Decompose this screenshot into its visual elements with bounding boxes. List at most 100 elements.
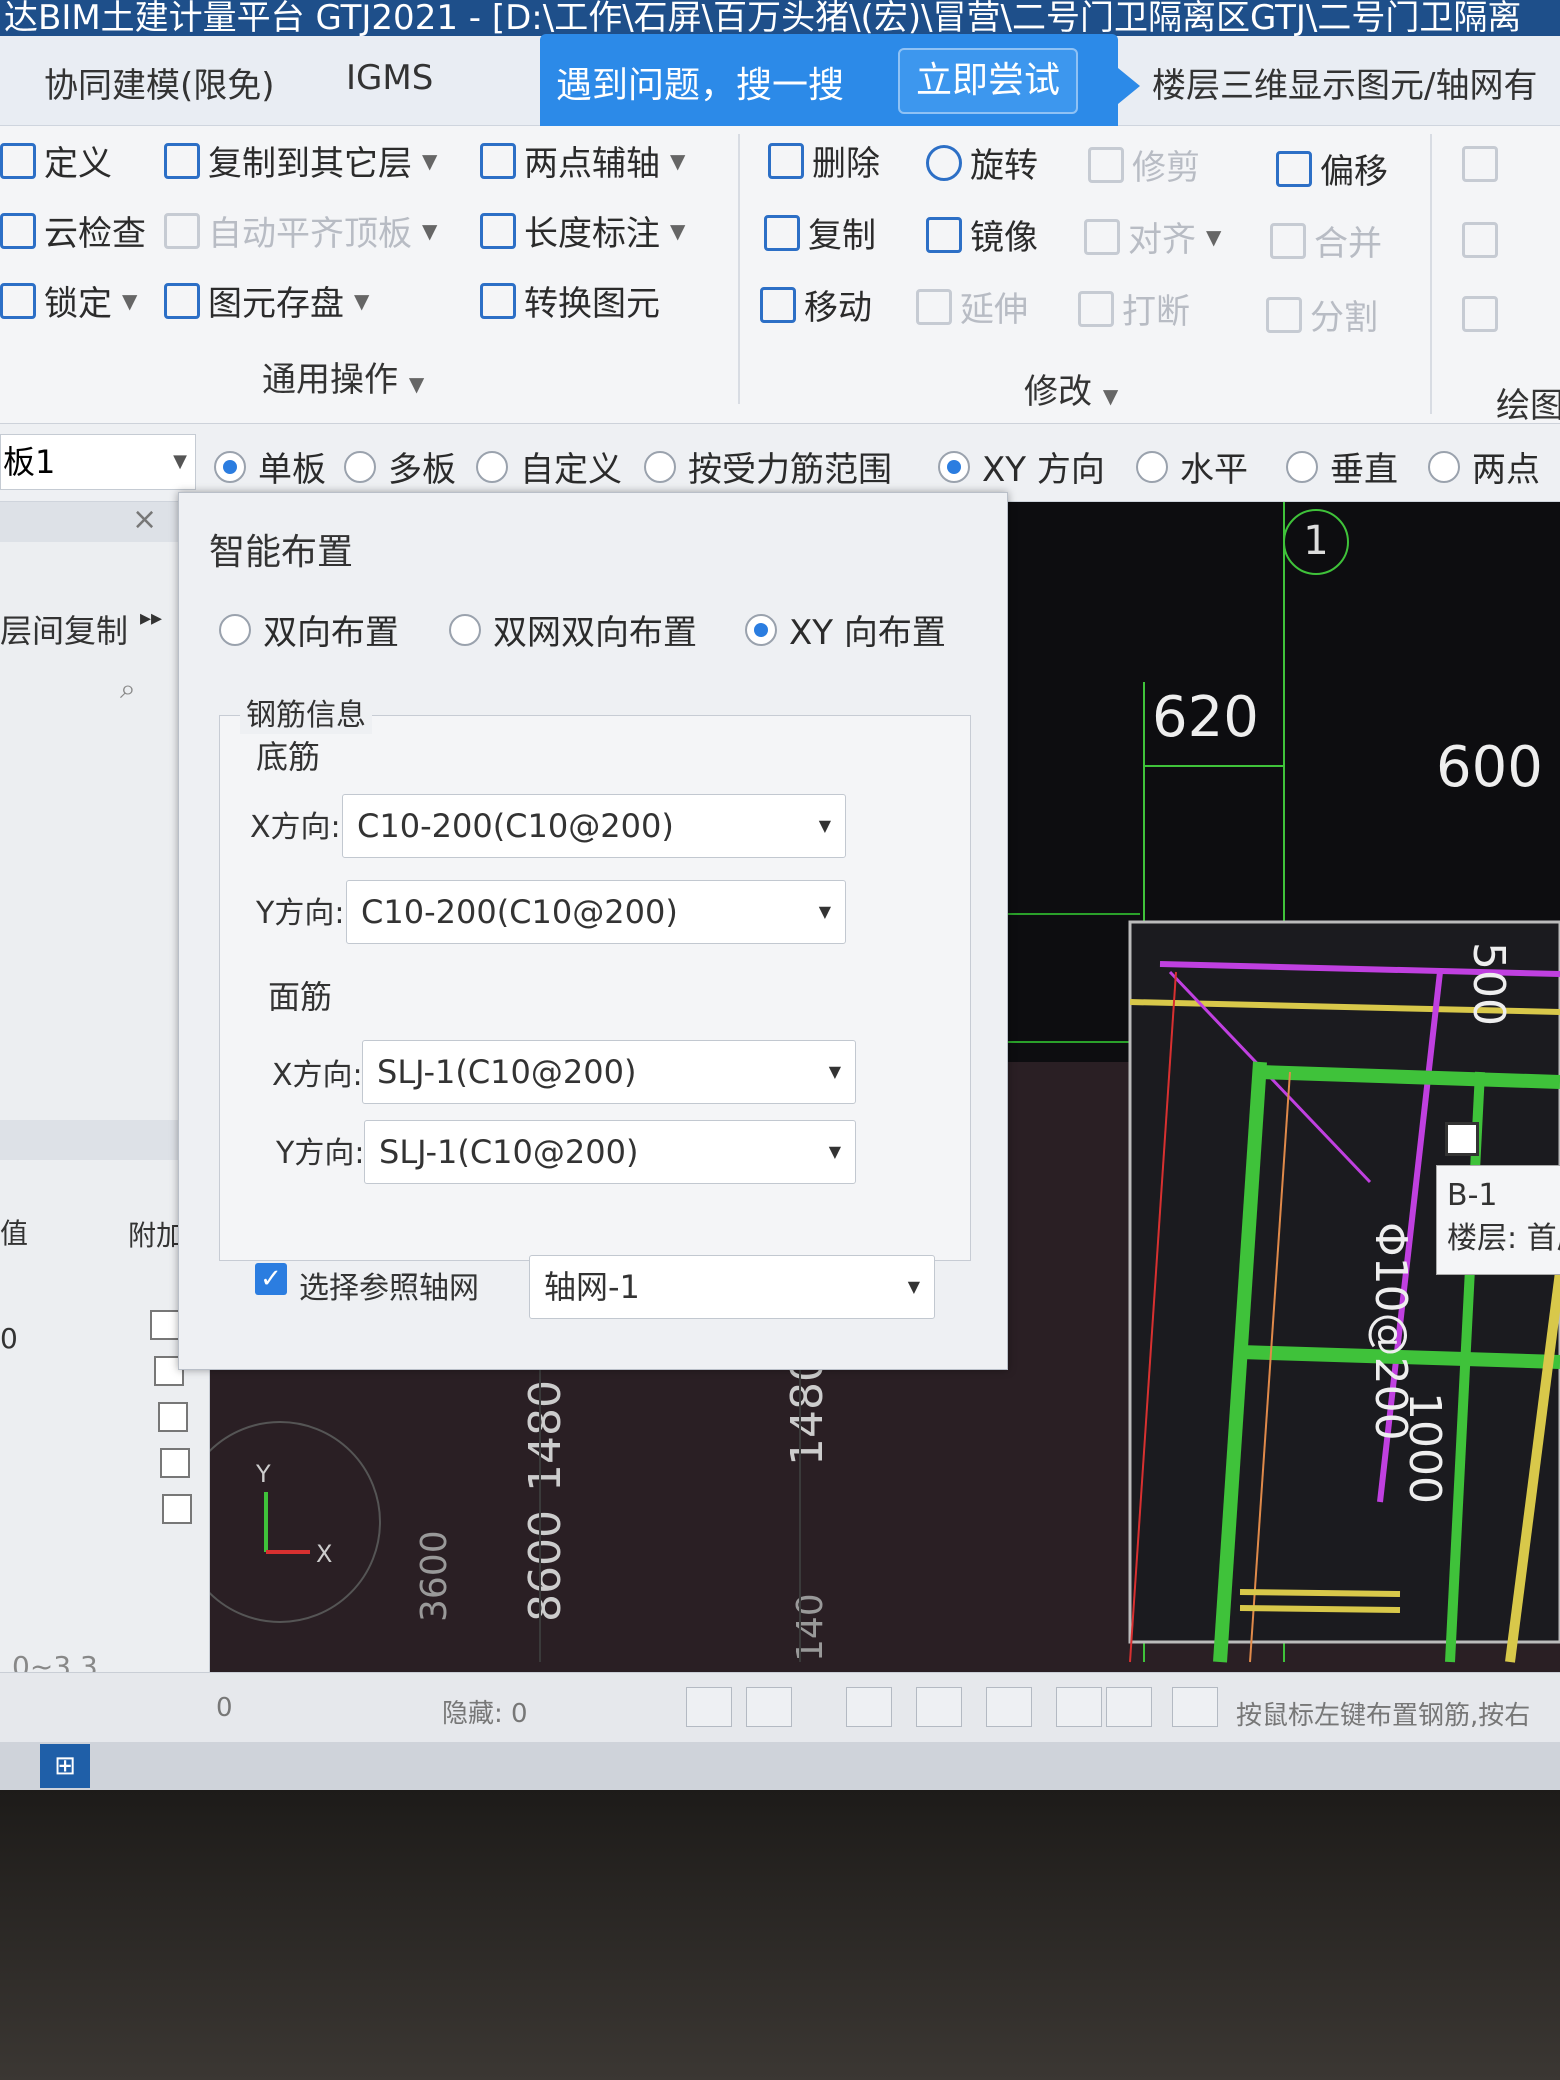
status-zero: 0 xyxy=(216,1693,233,1723)
split-icon xyxy=(1266,296,1302,333)
ref-axis-checkbox[interactable]: ✓ xyxy=(255,1263,287,1295)
try-now-button[interactable]: 立即尝试 xyxy=(898,48,1078,114)
search-icon[interactable]: ⌕ xyxy=(120,672,136,706)
slab-icon xyxy=(1445,1122,1479,1156)
draw-arc-button[interactable] xyxy=(1462,296,1506,332)
row-marker: 0 xyxy=(0,1322,18,1355)
option-by-rebar-range[interactable]: 按受力筋范围 xyxy=(644,442,892,491)
axis-y-label: Y xyxy=(255,1460,271,1488)
copy-icon xyxy=(764,214,800,251)
break-icon xyxy=(1078,290,1114,327)
option-multi-slab[interactable]: 多板 xyxy=(344,442,456,491)
top-x-rebar-select[interactable]: SLJ-1(C10@200) ▼ xyxy=(362,1040,856,1104)
start-icon[interactable]: ⊞ xyxy=(40,1744,90,1788)
draw-group-label[interactable]: 绘图 xyxy=(1496,378,1560,427)
application-window: 达BIM土建计量平台 GTJ2021 - [D:\工作\石屏\百万头猪\(宏)\… xyxy=(0,0,1560,1790)
smart-layout-dialog: 智能布置 双向布置 双网双向布置 XY 向布置 钢筋信息 底筋 X方向: C10… xyxy=(178,492,1008,1370)
length-dimension-button[interactable]: 长度标注 ▼ xyxy=(480,206,685,255)
rebar-info-label: 钢筋信息 xyxy=(240,690,372,734)
tab-collab-modeling[interactable]: 协同建模(限免) xyxy=(44,58,275,107)
delete-button[interactable]: 删除 xyxy=(768,136,880,185)
trim-button[interactable]: 修剪 xyxy=(1088,140,1200,189)
split-button[interactable]: 分割 xyxy=(1266,290,1378,339)
save-element-button[interactable]: 图元存盘 ▼ xyxy=(164,276,369,325)
define-button[interactable]: 定义 xyxy=(0,136,112,185)
top-rebar-label: 面筋 xyxy=(268,978,333,1016)
offset-button[interactable]: 偏移 xyxy=(1276,144,1388,193)
align-button[interactable]: 对齐 ▼ xyxy=(1084,212,1221,261)
convert-element-button[interactable]: 转换图元 xyxy=(480,276,660,325)
line-icon xyxy=(1462,222,1498,258)
option-horizontal[interactable]: 水平 xyxy=(1136,442,1248,491)
option-single-slab[interactable]: 单板 xyxy=(214,442,326,491)
extend-icon xyxy=(916,288,952,325)
bottom-y-rebar-select[interactable]: C10-200(C10@200) ▼ xyxy=(346,880,846,944)
expand-icon[interactable]: ▸▸ xyxy=(140,606,162,631)
close-icon[interactable]: × xyxy=(132,502,157,537)
monitor-bezel xyxy=(0,1790,1560,2080)
extra-checkbox[interactable] xyxy=(162,1494,192,1524)
move-icon xyxy=(760,286,796,323)
general-ops-group-label[interactable]: 通用操作 ▼ xyxy=(262,352,424,401)
draw-point-button[interactable] xyxy=(1462,146,1506,182)
extend-button[interactable]: 延伸 xyxy=(916,282,1028,331)
bottom-y-label: Y方向: xyxy=(256,896,345,931)
extra-checkbox[interactable] xyxy=(160,1448,190,1478)
snap-tool-button[interactable] xyxy=(1056,1687,1102,1727)
option-xy-layout[interactable]: XY 向布置 xyxy=(745,605,946,654)
rotate-button[interactable]: 旋转 xyxy=(926,138,1038,187)
snap-tool-button[interactable] xyxy=(986,1687,1032,1727)
snap-tool-button[interactable] xyxy=(846,1687,892,1727)
hidden-count: 隐藏: 0 xyxy=(442,1699,528,1729)
mirror-button[interactable]: 镜像 xyxy=(926,210,1038,259)
panel-header xyxy=(0,1120,180,1160)
chevron-down-icon: ▼ xyxy=(173,451,187,472)
break-button[interactable]: 打断 xyxy=(1078,284,1190,333)
merge-icon xyxy=(1270,222,1306,259)
snap-tool-button[interactable] xyxy=(686,1687,732,1727)
bottom-rebar-label: 底筋 xyxy=(256,738,321,776)
auto-align-slab-button[interactable]: 自动平齐顶板 ▼ xyxy=(164,206,437,255)
tab-igms[interactable]: IGMS xyxy=(346,58,433,98)
radio-icon xyxy=(219,613,251,646)
dialog-title: 智能布置 xyxy=(209,532,354,573)
top-y-label: Y方向: xyxy=(276,1136,365,1171)
option-double-net-bidirectional[interactable]: 双网双向布置 xyxy=(449,605,697,654)
option-custom[interactable]: 自定义 xyxy=(476,442,622,491)
dim-1480: 1480 xyxy=(520,1380,571,1492)
option-vertical[interactable]: 垂直 xyxy=(1286,442,1398,491)
option-two-point[interactable]: 两点 xyxy=(1428,442,1540,491)
axis-x-label: X xyxy=(316,1540,332,1568)
ref-axis-select[interactable]: 轴网-1 ▼ xyxy=(529,1255,935,1319)
extra-checkbox[interactable] xyxy=(150,1310,180,1340)
status-hint: 按鼠标左键布置钢筋,按右 xyxy=(1236,1701,1531,1731)
rebar-info-group: 钢筋信息 底筋 X方向: C10-200(C10@200) ▼ Y方向: C10-… xyxy=(219,690,971,1261)
radio-icon xyxy=(938,450,970,483)
lock-button[interactable]: 锁定 ▼ xyxy=(0,276,137,325)
two-point-aux-axis-button[interactable]: 两点辅轴 ▼ xyxy=(480,136,685,185)
option-bidirectional[interactable]: 双向布置 xyxy=(219,605,399,654)
option-xy-direction[interactable]: XY 方向 xyxy=(938,442,1105,491)
modify-group-label[interactable]: 修改 ▼ xyxy=(1024,364,1118,413)
axis-line xyxy=(1239,1589,1401,1597)
cloud-check-button[interactable]: 云检查 xyxy=(0,206,146,255)
copy-button[interactable]: 复制 xyxy=(764,208,876,257)
merge-button[interactable]: 合并 xyxy=(1270,216,1382,265)
draw-line-button[interactable] xyxy=(1462,222,1506,258)
copy-to-other-floor-button[interactable]: 复制到其它层 ▼ xyxy=(164,136,437,185)
align-icon xyxy=(1084,218,1120,255)
top-y-rebar-select[interactable]: SLJ-1(C10@200) ▼ xyxy=(364,1120,856,1184)
element-select[interactable]: 板1 ▼ xyxy=(0,434,196,490)
snap-tool-button[interactable] xyxy=(746,1687,792,1727)
bottom-x-rebar-select[interactable]: C10-200(C10@200) ▼ xyxy=(342,794,846,858)
snap-tool-button[interactable] xyxy=(1172,1687,1218,1727)
extra-checkbox[interactable] xyxy=(158,1402,188,1432)
define-icon xyxy=(0,142,36,179)
snap-tool-button[interactable] xyxy=(916,1687,962,1727)
snap-tool-button[interactable] xyxy=(1106,1687,1152,1727)
move-button[interactable]: 移动 xyxy=(760,280,872,329)
tab-floor-3d-display[interactable]: 楼层三维显示图元/轴网有 xyxy=(1152,58,1537,107)
chevron-down-icon: ▼ xyxy=(818,816,831,835)
floor-copy-label[interactable]: 层间复制 xyxy=(0,606,128,652)
convert-icon xyxy=(480,282,516,319)
